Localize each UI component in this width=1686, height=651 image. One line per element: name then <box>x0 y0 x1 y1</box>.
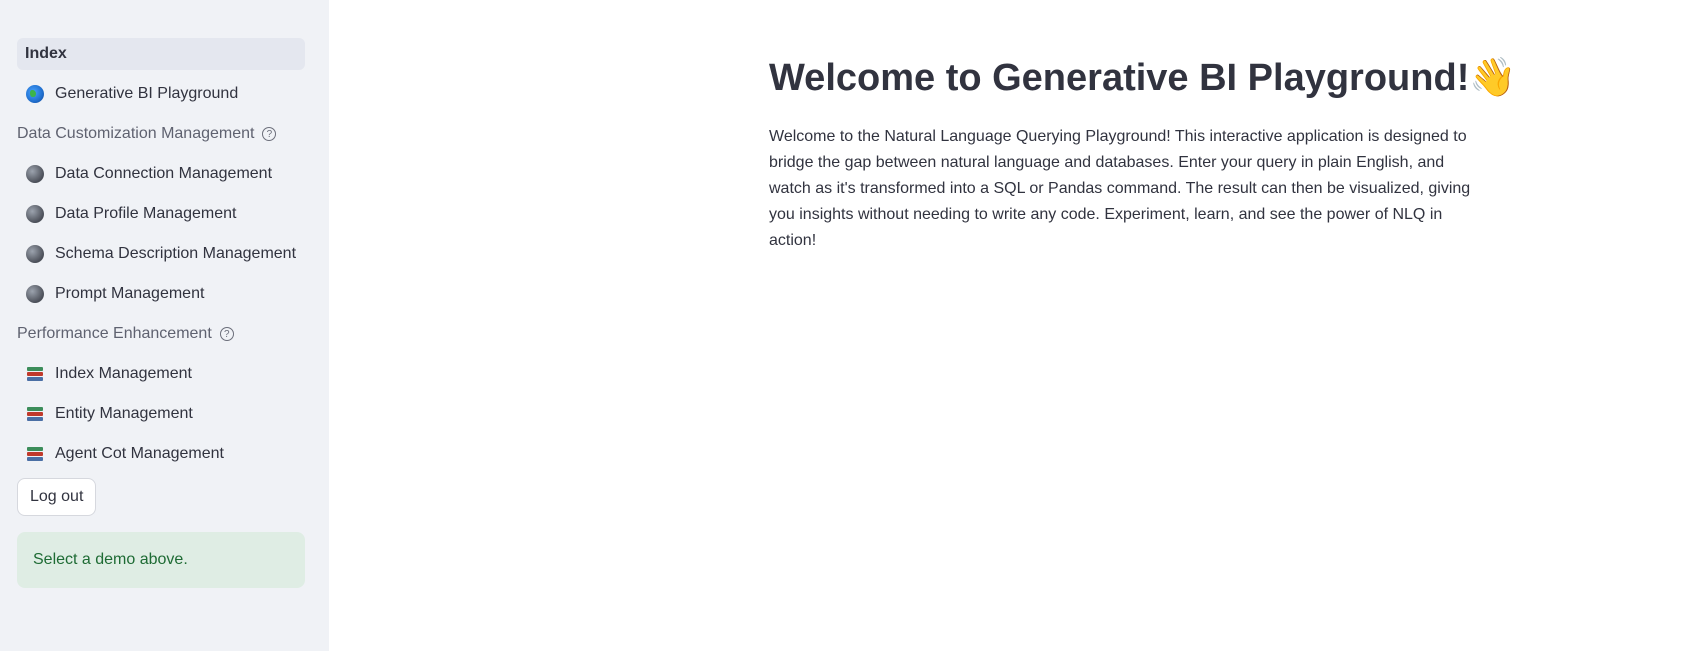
app-root: Index Generative BI Playground Data Cust… <box>0 0 1686 651</box>
page-description: Welcome to the Natural Language Querying… <box>769 128 1471 249</box>
sidebar-item-data-profile-management[interactable]: Data Profile Management <box>17 198 305 230</box>
section-title: Performance Enhancement <box>17 325 212 342</box>
sidebar-item-label: Entity Management <box>55 405 193 422</box>
books-icon <box>25 364 45 384</box>
sidebar-item-index[interactable]: Index <box>17 38 305 70</box>
sidebar-item-label: Data Profile Management <box>55 205 237 222</box>
globe-dark-icon <box>25 284 45 304</box>
sidebar-item-label: Generative BI Playground <box>55 85 239 102</box>
sidebar-item-label: Schema Description Management <box>55 245 297 262</box>
sidebar-item-label: Index Management <box>55 365 192 382</box>
books-icon <box>25 444 45 464</box>
help-circle-icon[interactable]: ? <box>219 327 234 341</box>
help-circle-icon[interactable]: ? <box>262 127 277 141</box>
globe-earth-icon <box>25 84 45 104</box>
sidebar: Index Generative BI Playground Data Cust… <box>0 0 329 651</box>
content-block: Welcome to Generative BI Playground!👋 We… <box>769 54 1517 254</box>
main-content: Welcome to Generative BI Playground!👋 We… <box>329 0 1686 651</box>
section-header-performance-enhancement: Performance Enhancement ? <box>17 318 305 350</box>
globe-dark-icon <box>25 164 45 184</box>
sidebar-item-label: Agent Cot Management <box>55 445 224 462</box>
globe-dark-icon <box>25 204 45 224</box>
globe-dark-icon <box>25 244 45 264</box>
page-title: Welcome to Generative BI Playground!👋 <box>769 57 1517 99</box>
section-header-data-customization: Data Customization Management ? <box>17 118 305 150</box>
sidebar-item-index-management[interactable]: Index Management <box>17 358 305 390</box>
info-alert: Select a demo above. <box>17 532 305 588</box>
sidebar-item-label: Prompt Management <box>55 285 205 302</box>
alert-text: Select a demo above. <box>33 551 188 568</box>
sidebar-item-label: Index <box>25 45 67 62</box>
sidebar-item-agent-cot-management[interactable]: Agent Cot Management <box>17 438 305 470</box>
sidebar-item-generative-bi-playground[interactable]: Generative BI Playground <box>17 78 305 110</box>
sidebar-item-data-connection-management[interactable]: Data Connection Management <box>17 158 305 190</box>
sidebar-item-schema-description-management[interactable]: Schema Description Management <box>17 238 305 270</box>
sidebar-item-prompt-management[interactable]: Prompt Management <box>17 278 305 310</box>
books-icon <box>25 404 45 424</box>
sidebar-item-label: Data Connection Management <box>55 165 273 182</box>
logout-button[interactable]: Log out <box>17 478 97 516</box>
sidebar-item-entity-management[interactable]: Entity Management <box>17 398 305 430</box>
section-title: Data Customization Management <box>17 125 255 142</box>
